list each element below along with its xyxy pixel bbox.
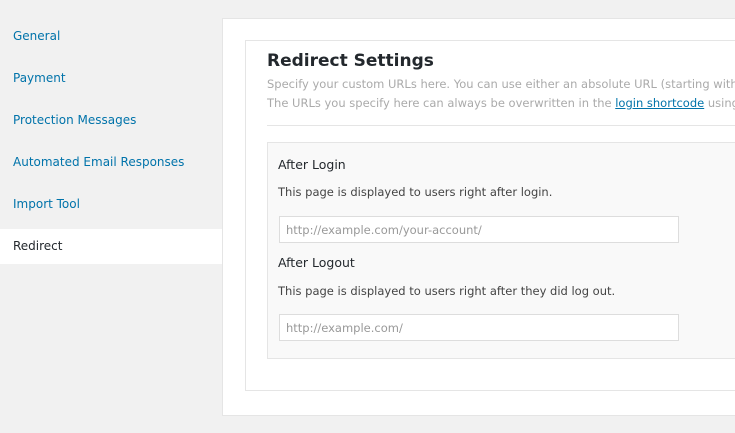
after-logout-url-input[interactable] — [279, 314, 679, 341]
section-description: Specify your custom URLs here. You can u… — [267, 75, 735, 113]
settings-content: Redirect Settings Specify your custom UR… — [222, 18, 735, 416]
sidebar-item-automated-email-responses[interactable]: Automated Email Responses — [0, 141, 222, 183]
after-login-url-input[interactable] — [279, 216, 679, 243]
sidebar-item-import-tool[interactable]: Import Tool — [0, 183, 222, 225]
redirect-fields-box: After Login This page is displayed to us… — [267, 142, 735, 359]
sidebar-item-payment[interactable]: Payment — [0, 57, 222, 99]
divider — [267, 125, 735, 126]
login-shortcode-link[interactable]: login shortcode — [615, 96, 704, 110]
after-logout-title: After Logout — [278, 255, 355, 270]
description-text: The URLs you specify here can always be … — [267, 96, 616, 110]
description-line-1: Specify your custom URLs here. You can u… — [267, 77, 735, 91]
settings-sidebar: General Payment Protection Messages Auto… — [0, 0, 223, 433]
after-logout-description: This page is displayed to users right af… — [278, 284, 616, 298]
section-title: Redirect Settings — [267, 51, 434, 71]
redirect-settings-panel: Redirect Settings Specify your custom UR… — [245, 40, 735, 391]
after-login-description: This page is displayed to users right af… — [278, 185, 553, 199]
sidebar-item-general[interactable]: General — [0, 15, 222, 57]
sidebar-item-redirect[interactable]: Redirect — [0, 229, 223, 264]
description-text-tail: using the r — [707, 96, 735, 110]
description-line-2: The URLs you specify here can always be … — [267, 94, 735, 113]
after-login-title: After Login — [278, 157, 346, 172]
sidebar-item-protection-messages[interactable]: Protection Messages — [0, 99, 222, 141]
